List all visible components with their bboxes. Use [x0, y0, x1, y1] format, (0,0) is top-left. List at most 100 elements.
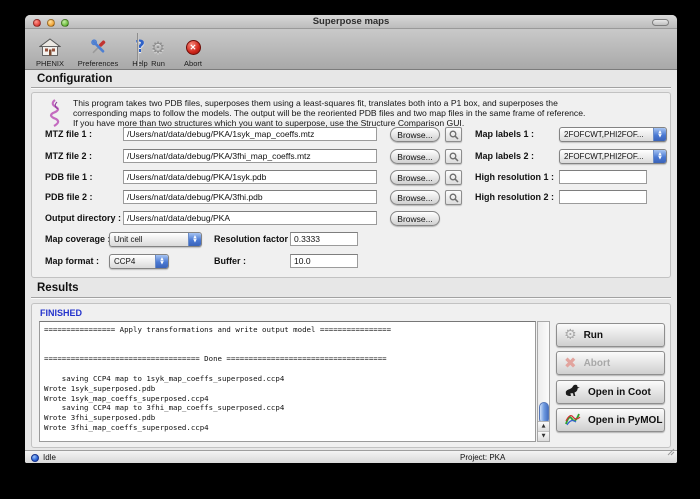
map-coverage-label: Map coverage :: [45, 232, 111, 247]
toolbar: PHENIX Preferences: [25, 29, 677, 70]
resize-grip[interactable]: [666, 443, 675, 461]
dropdown-value: Unit cell: [114, 235, 142, 244]
home-icon: [39, 35, 61, 59]
pdb-file-1-label: PDB file 1 :: [45, 170, 93, 185]
mtz-file-2-input[interactable]: [123, 149, 377, 163]
results-section-title: Results: [37, 282, 79, 294]
toolbar-item-label: PHENIX: [36, 59, 64, 68]
toolbar-item-label: Abort: [184, 59, 202, 68]
form-row: Map coverage : Unit cell ▲▼ Resolution f…: [32, 232, 670, 247]
dropdown-value: 2FOFCWT,PHI2FOF...: [564, 130, 644, 139]
toolbar-run-button[interactable]: ⚙ Run: [142, 32, 174, 68]
chevron-up-down-icon: ▲▼: [653, 150, 666, 163]
open-in-coot-button[interactable]: Open in Coot: [556, 380, 665, 404]
toolbar-preferences-button[interactable]: Preferences: [71, 32, 125, 68]
toolbar-phenix-button[interactable]: PHENIX: [29, 32, 71, 68]
status-badge: FINISHED: [40, 308, 82, 318]
map-labels-2-label: Map labels 2 :: [475, 149, 534, 164]
toolbar-separator: [137, 33, 138, 66]
map-format-dropdown[interactable]: CCP4 ▲▼: [109, 254, 169, 269]
resolution-factor-input[interactable]: [290, 232, 358, 246]
map-labels-1-dropdown[interactable]: 2FOFCWT,PHI2FOF... ▲▼: [559, 127, 667, 142]
output-directory-input[interactable]: [123, 211, 377, 225]
screenshot-canvas: Superpose maps PHENIX: [0, 0, 700, 499]
magnifier-button[interactable]: [445, 149, 462, 164]
abort-icon: ✕: [186, 35, 201, 59]
status-bar: Idle Project: PKA: [25, 450, 677, 463]
form-row: MTZ file 2 : Browse... Map labels 2 : 2F…: [32, 149, 670, 164]
abort-button[interactable]: ✖ Abort: [556, 351, 665, 375]
open-in-coot-label: Open in Coot: [588, 387, 651, 398]
chevron-up-down-icon: ▲▼: [188, 233, 201, 246]
window-title: Superpose maps: [25, 15, 677, 29]
molecule-icon: [46, 99, 64, 127]
title-bar[interactable]: Superpose maps: [25, 15, 677, 29]
buffer-input[interactable]: [290, 254, 358, 268]
pdb-file-2-input[interactable]: [123, 190, 377, 204]
dropdown-value: CCP4: [114, 257, 135, 266]
gear-icon: ⚙: [151, 35, 165, 59]
superpose-maps-window: Superpose maps PHENIX: [25, 15, 677, 463]
run-button-label: Run: [584, 330, 603, 341]
scroll-down-arrow-icon[interactable]: ▼: [538, 431, 549, 441]
magnifier-icon: [449, 173, 459, 183]
log-scrollbar[interactable]: ▲ ▼: [537, 321, 550, 442]
description-line: corresponding maps to follow the models.…: [73, 108, 585, 118]
tools-icon: [88, 35, 109, 59]
browse-button[interactable]: Browse...: [390, 127, 440, 142]
run-button[interactable]: ⚙ Run: [556, 323, 665, 347]
section-divider: [31, 297, 671, 299]
form-row: PDB file 1 : Browse... High resolution 1…: [32, 170, 670, 185]
abort-button-label: Abort: [584, 358, 611, 369]
configuration-section-title: Configuration: [37, 73, 112, 85]
log-output-area[interactable]: ================ Apply transformations a…: [39, 321, 536, 442]
toolbar-abort-button[interactable]: ✕ Abort: [175, 32, 211, 68]
section-divider: [31, 87, 671, 89]
map-format-label: Map format :: [45, 254, 99, 269]
magnifier-icon: [449, 130, 459, 140]
mtz-file-2-label: MTZ file 2 :: [45, 149, 92, 164]
pdb-file-2-label: PDB file 2 :: [45, 190, 93, 205]
dropdown-value: 2FOFCWT,PHI2FOF...: [564, 152, 644, 161]
scroll-up-arrow-icon[interactable]: ▲: [538, 422, 549, 431]
status-text: Idle: [43, 451, 56, 464]
browse-button[interactable]: Browse...: [390, 190, 440, 205]
mtz-file-1-input[interactable]: [123, 127, 377, 141]
magnifier-button[interactable]: [445, 127, 462, 142]
high-resolution-2-input[interactable]: [559, 190, 647, 204]
pdb-file-1-input[interactable]: [123, 170, 377, 184]
magnifier-icon: [449, 193, 459, 203]
output-directory-label: Output directory :: [45, 211, 121, 226]
configuration-panel: This program takes two PDB files, superp…: [31, 92, 671, 278]
description-line: This program takes two PDB files, superp…: [73, 98, 558, 108]
chevron-up-down-icon: ▲▼: [653, 128, 666, 141]
high-resolution-1-input[interactable]: [559, 170, 647, 184]
coot-bird-icon: [564, 384, 581, 400]
browse-button[interactable]: Browse...: [390, 170, 440, 185]
mtz-file-1-label: MTZ file 1 :: [45, 127, 92, 142]
browse-button[interactable]: Browse...: [390, 211, 440, 226]
form-row: PDB file 2 : Browse... High resolution 2…: [32, 190, 670, 205]
map-labels-1-label: Map labels 1 :: [475, 127, 534, 142]
map-labels-2-dropdown[interactable]: 2FOFCWT,PHI2FOF... ▲▼: [559, 149, 667, 164]
map-coverage-dropdown[interactable]: Unit cell ▲▼: [109, 232, 202, 247]
project-label: Project: PKA: [460, 451, 505, 464]
toolbar-toggle-button[interactable]: [652, 19, 669, 26]
open-in-pymol-label: Open in PyMOL: [588, 415, 662, 426]
magnifier-button[interactable]: [445, 190, 462, 205]
results-panel: FINISHED ================ Apply transfor…: [31, 303, 671, 448]
status-indicator-icon: [31, 454, 39, 462]
high-resolution-2-label: High resolution 2 :: [475, 190, 554, 205]
chevron-up-down-icon: ▲▼: [155, 255, 168, 268]
open-in-pymol-button[interactable]: Open in PyMOL: [556, 408, 665, 432]
resolution-factor-label: Resolution factor :: [214, 232, 294, 247]
log-text: ================ Apply transformations a…: [40, 322, 535, 436]
toolbar-item-label: Run: [151, 59, 165, 68]
abort-x-icon: ✖: [564, 354, 577, 372]
form-row: Output directory : Browse...: [32, 211, 670, 226]
browse-button[interactable]: Browse...: [390, 149, 440, 164]
gear-icon: ⚙: [564, 327, 577, 343]
high-resolution-1-label: High resolution 1 :: [475, 170, 554, 185]
buffer-label: Buffer :: [214, 254, 246, 269]
magnifier-button[interactable]: [445, 170, 462, 185]
